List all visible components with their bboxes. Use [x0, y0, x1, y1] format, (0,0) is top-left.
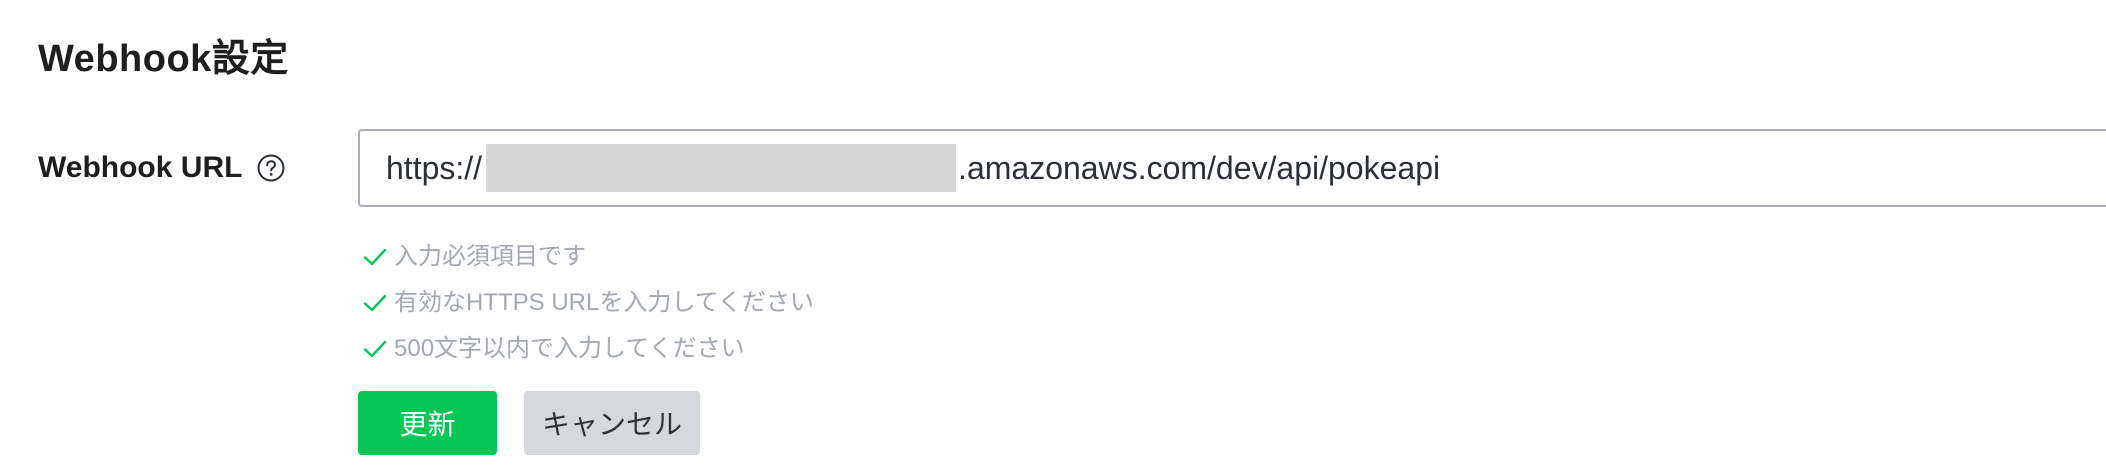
question-circle-icon[interactable] [256, 153, 286, 183]
webhook-settings-page: Webhook設定 Webhook URL https:// .amazonaw… [0, 0, 2106, 476]
cancel-button[interactable]: キャンセル [524, 391, 700, 455]
validation-item: 500文字以内で入力してください [362, 326, 814, 372]
validation-item: 入力必須項目です [362, 234, 814, 280]
webhook-url-label-text: Webhook URL [38, 151, 243, 184]
redacted-url-segment [486, 144, 957, 192]
validation-text: 有効なHTTPS URLを入力してください [394, 289, 814, 316]
check-icon [362, 244, 388, 270]
url-suffix: .amazonaws.com/dev/api/pokeapi [958, 149, 1441, 186]
check-icon [362, 290, 388, 316]
update-button[interactable]: 更新 [358, 391, 497, 455]
validation-text: 500文字以内で入力してください [394, 335, 745, 362]
check-icon [362, 336, 388, 362]
validation-list: 入力必須項目です 有効なHTTPS URLを入力してください 500文字以内で入… [362, 234, 814, 372]
url-prefix: https:// [386, 149, 483, 186]
webhook-url-label: Webhook URL [38, 148, 286, 188]
validation-item: 有効なHTTPS URLを入力してください [362, 280, 814, 326]
webhook-url-input[interactable]: https:// .amazonaws.com/dev/api/pokeapi [358, 129, 2106, 207]
validation-text: 入力必須項目です [394, 243, 586, 270]
section-title: Webhook設定 [38, 38, 289, 80]
